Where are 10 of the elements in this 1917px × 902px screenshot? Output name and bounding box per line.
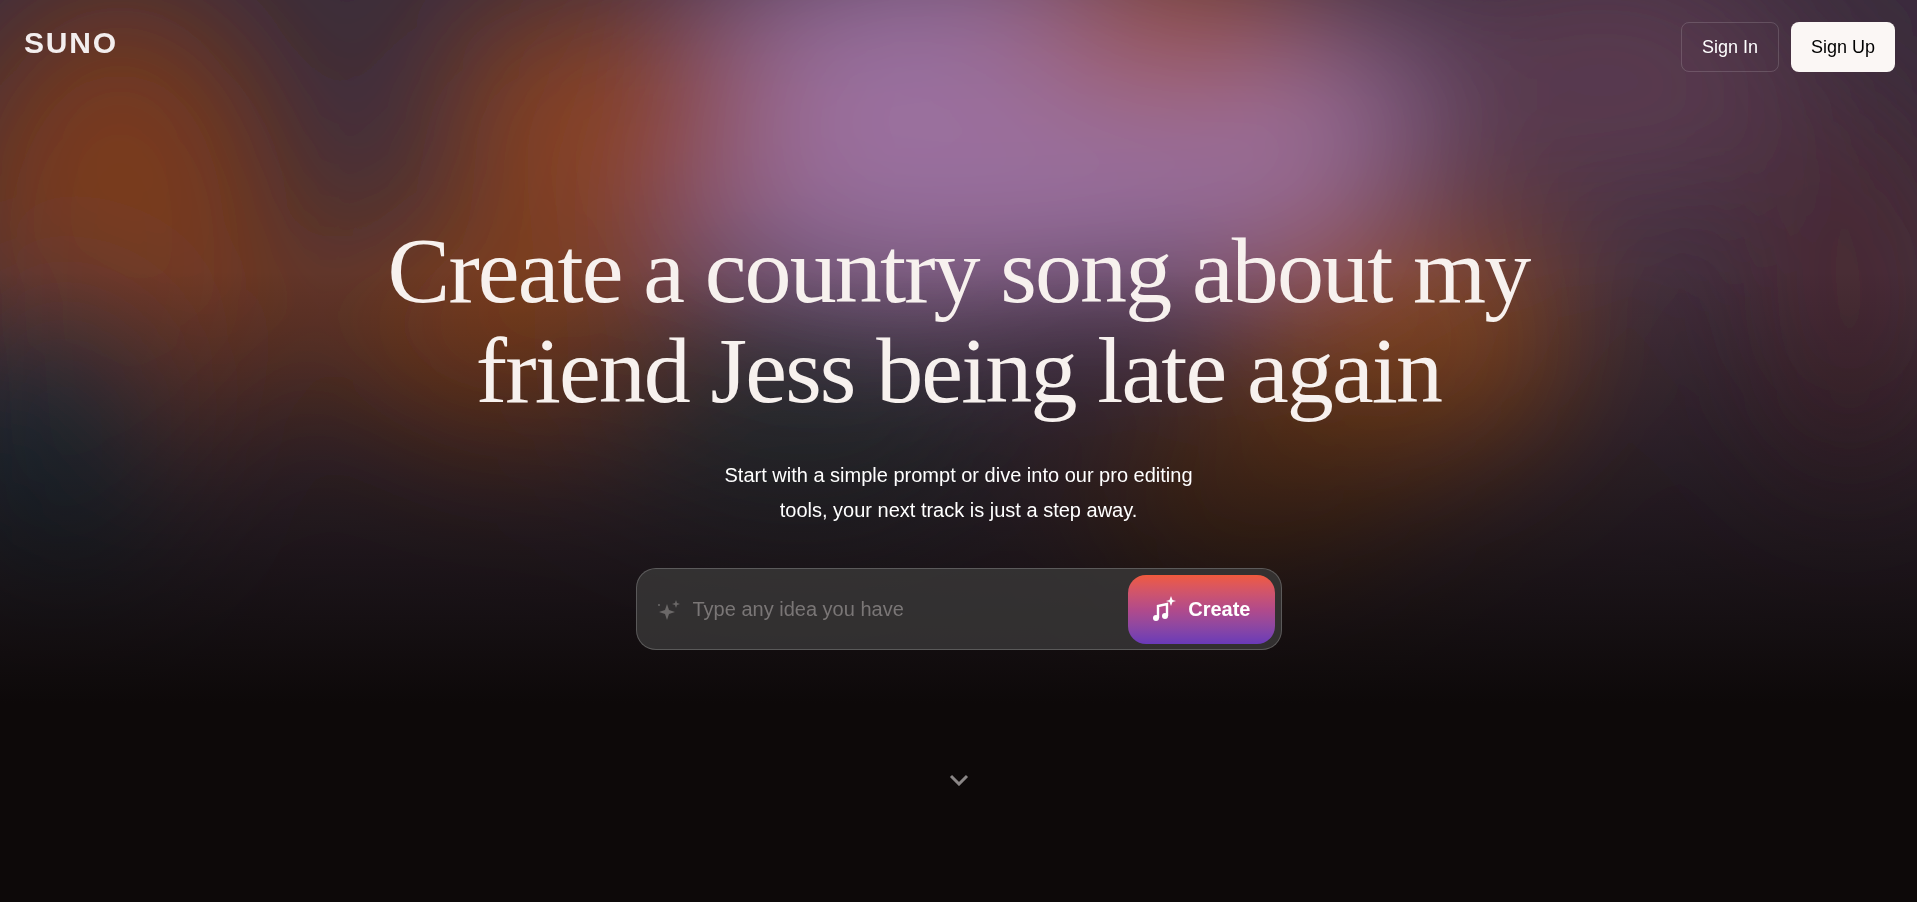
- headline: Create a country song about my friend Jess being late again: [386, 220, 1531, 420]
- prompt-field[interactable]: Type any idea you have Create: [635, 568, 1282, 650]
- sparkle-icon: [656, 598, 681, 620]
- create-button[interactable]: Create: [1128, 574, 1275, 644]
- subtitle: Start with a simple prompt or dive into our pro editing tools, your next track is just a step away.: [723, 463, 1194, 523]
- music-note-sparkle-icon: [1152, 596, 1177, 622]
- chevron-down-icon[interactable]: [948, 774, 969, 786]
- sign-up-button[interactable]: Sign Up: [1790, 22, 1895, 72]
- sign-in-button[interactable]: Sign In: [1680, 22, 1779, 72]
- logo[interactable]: SUNO: [24, 20, 118, 65]
